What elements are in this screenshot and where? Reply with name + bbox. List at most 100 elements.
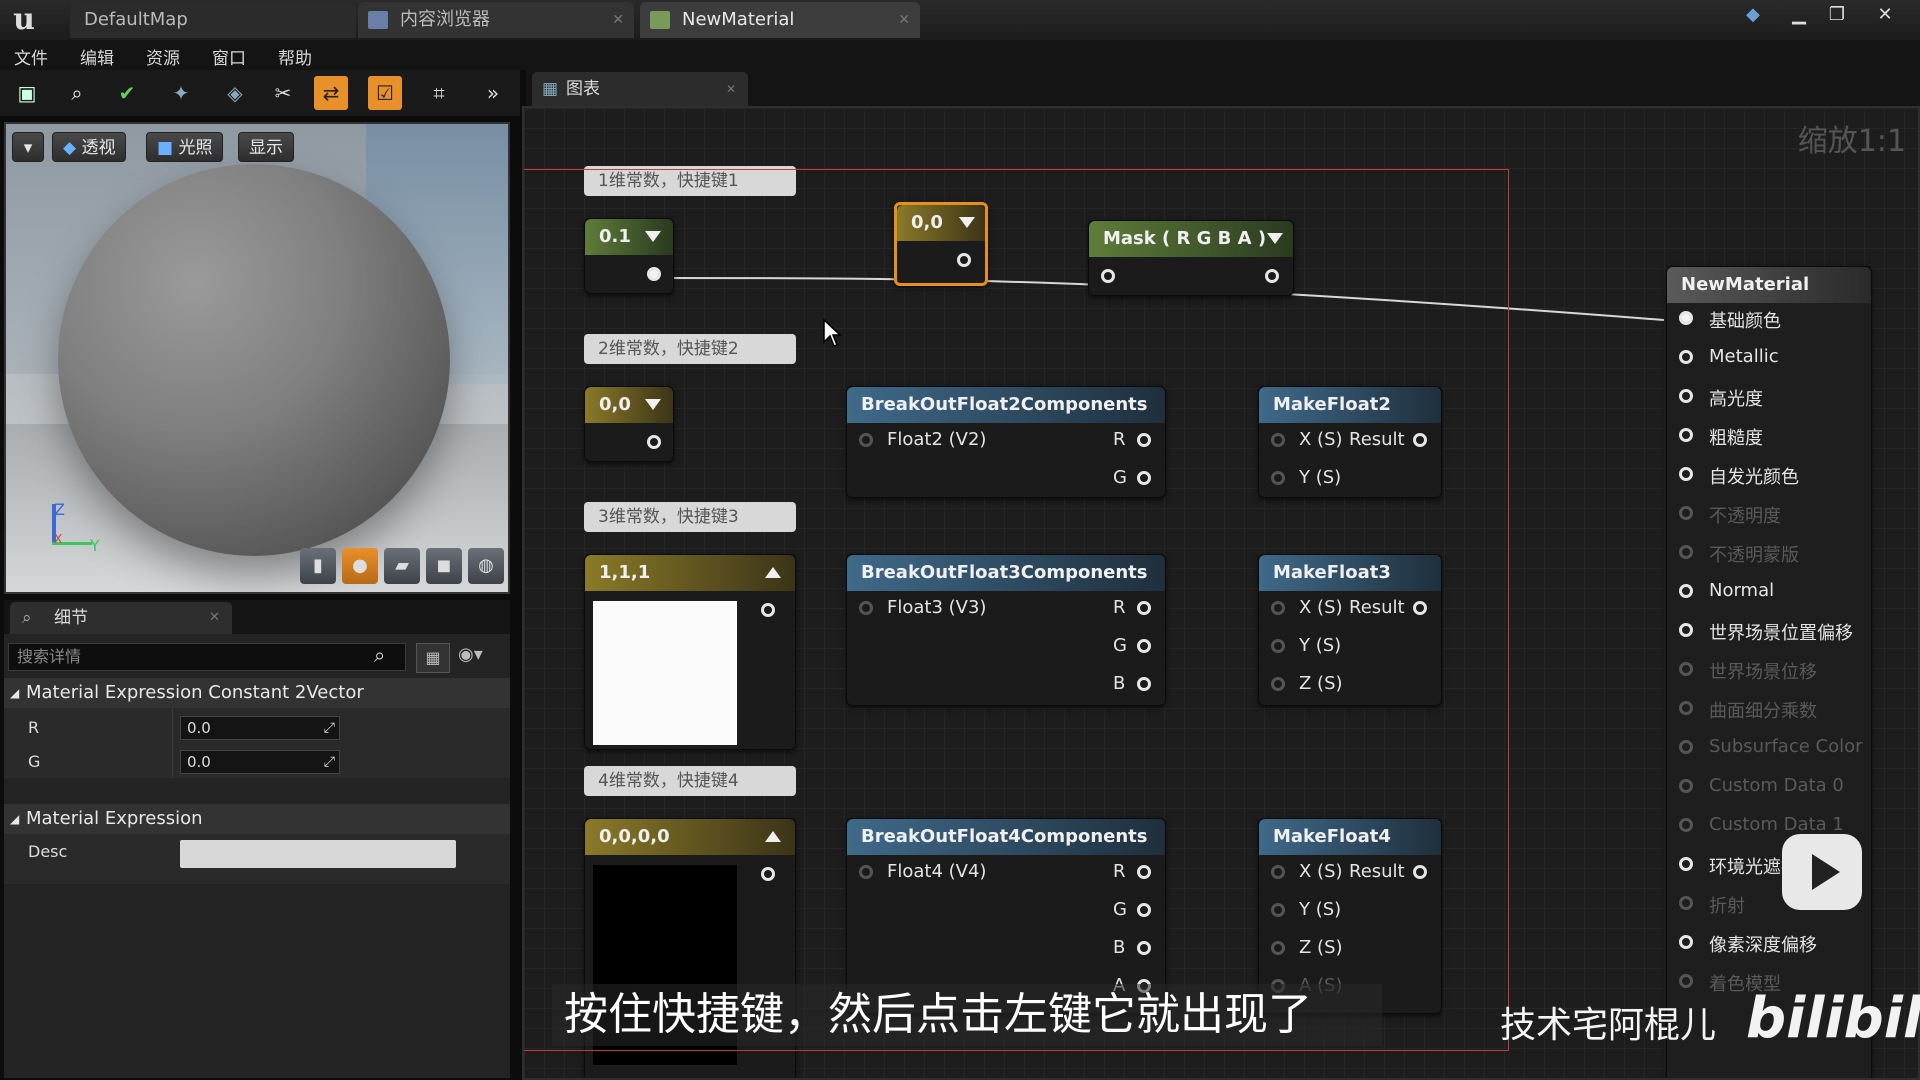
search-icon[interactable]: ⌕ bbox=[374, 643, 385, 667]
eye-visibility-icon[interactable]: ◉▾ bbox=[458, 644, 483, 665]
tab-content-browser[interactable]: 内容浏览器 ✕ bbox=[358, 2, 634, 38]
material-input-pin[interactable] bbox=[1679, 779, 1693, 793]
reset-icon[interactable]: ⤢ bbox=[324, 751, 335, 773]
material-input-pin[interactable] bbox=[1679, 584, 1693, 598]
feedback-icon[interactable]: ◆ bbox=[1738, 4, 1768, 28]
tab-defaultmap[interactable]: DefaultMap bbox=[70, 2, 356, 38]
tab-graph[interactable]: ▦ 图表 ✕ bbox=[532, 72, 748, 106]
material-input-pin[interactable] bbox=[1679, 506, 1693, 520]
material-input-pin[interactable] bbox=[1679, 857, 1693, 871]
play-icon bbox=[1812, 854, 1840, 890]
property-matrix-icon[interactable]: ▦ bbox=[416, 643, 450, 673]
title-bar: u DefaultMap 内容浏览器 ✕ NewMaterial ✕ ◆ ▁ ❐… bbox=[0, 0, 1920, 40]
selection-marquee bbox=[524, 169, 1509, 1051]
lighting-button[interactable]: ■ 光照 bbox=[146, 132, 224, 162]
material-input-pin[interactable] bbox=[1679, 467, 1693, 481]
material-input-label: 像素深度偏移 bbox=[1709, 935, 1817, 956]
menu-file[interactable]: 文件 bbox=[14, 44, 48, 69]
close-icon[interactable]: ✕ bbox=[898, 2, 910, 38]
menu-edit[interactable]: 编辑 bbox=[80, 44, 114, 69]
toolbar: ▣ ⌕ ✔ ✦ ◈ ✂ ⇄ ☑ ⌗ » bbox=[0, 70, 520, 116]
tab-details[interactable]: ⌕ 细节 ✕ bbox=[10, 602, 232, 634]
material-input-label: 自发光颜色 bbox=[1709, 467, 1799, 488]
close-window-button[interactable]: ✕ bbox=[1870, 4, 1900, 28]
material-input-pin[interactable] bbox=[1679, 818, 1693, 832]
close-icon[interactable]: ✕ bbox=[209, 602, 220, 634]
search-input[interactable]: 搜索详情 bbox=[8, 643, 406, 671]
material-input-pin[interactable] bbox=[1679, 545, 1693, 559]
preview-viewport[interactable]: ▾ ◆ 透视 ■ 光照 显示 Z X Y ▮ ● ▰ ◼ ◍ bbox=[4, 122, 510, 594]
menu-help[interactable]: 帮助 bbox=[278, 44, 312, 69]
section-material-expression[interactable]: ◢ Material Expression bbox=[4, 804, 510, 834]
connectors-icon[interactable]: ⇄ bbox=[314, 76, 348, 110]
sphere-preview-icon[interactable]: ● bbox=[342, 548, 378, 584]
material-input-label: Subsurface Color bbox=[1709, 736, 1863, 757]
tab-details-label: 细节 bbox=[54, 608, 88, 628]
cube-preview-icon[interactable]: ◼ bbox=[426, 548, 462, 584]
close-icon[interactable]: ✕ bbox=[612, 2, 624, 38]
prop-g-field[interactable]: 0.0 ⤢ bbox=[180, 750, 340, 774]
bilibili-tv-icon bbox=[1782, 834, 1862, 910]
perspective-button[interactable]: ◆ 透视 bbox=[52, 132, 127, 162]
material-input-pin[interactable] bbox=[1679, 389, 1693, 403]
apply-icon[interactable]: ✔ bbox=[110, 76, 144, 110]
prop-r-field[interactable]: 0.0 ⤢ bbox=[180, 716, 340, 740]
material-input-pin[interactable] bbox=[1679, 350, 1693, 364]
material-input-pin[interactable] bbox=[1679, 662, 1693, 676]
section-constant-2vector[interactable]: ◢ Material Expression Constant 2Vector bbox=[4, 678, 510, 708]
home-icon[interactable]: ◈ bbox=[218, 76, 252, 110]
plane-preview-icon[interactable]: ▰ bbox=[384, 548, 420, 584]
viewport-options-button[interactable]: ▾ bbox=[12, 132, 44, 162]
material-input-pin[interactable] bbox=[1679, 740, 1693, 754]
cylinder-preview-icon[interactable]: ▮ bbox=[300, 548, 336, 584]
material-input-label: 不透明度 bbox=[1709, 506, 1781, 527]
perspective-icon: ◆ bbox=[63, 138, 77, 158]
tab-newmaterial[interactable]: NewMaterial ✕ bbox=[640, 2, 920, 38]
column-divider bbox=[172, 708, 173, 778]
show-label: 显示 bbox=[249, 138, 283, 158]
show-button[interactable]: 显示 bbox=[238, 132, 294, 162]
teapot-preview-icon[interactable]: ◍ bbox=[468, 548, 504, 584]
save-icon[interactable]: ▣ bbox=[10, 76, 44, 110]
graph-icon: ▦ bbox=[542, 79, 559, 99]
menu-asset[interactable]: 资源 bbox=[146, 44, 180, 69]
minimize-button[interactable]: ▁ bbox=[1784, 4, 1814, 28]
node-material-result[interactable]: NewMaterial 基础颜色 Metallic 高光度 粗糙度 自发光颜色 不透明度不… bbox=[1666, 266, 1872, 1078]
lighting-label: 光照 bbox=[178, 138, 213, 158]
maximize-button[interactable]: ❐ bbox=[1822, 4, 1852, 28]
node-title: NewMaterial bbox=[1681, 274, 1810, 295]
property-rows: R 0.0 ⤢ G 0.0 ⤢ bbox=[4, 708, 510, 778]
video-subtitle: 按住快捷键，然后点击左键它就出现了 bbox=[552, 984, 1382, 1046]
lighting-icon: ■ bbox=[157, 138, 174, 158]
material-input-pin[interactable] bbox=[1679, 311, 1693, 325]
material-icon bbox=[650, 11, 670, 29]
prop-g-value: 0.0 bbox=[187, 753, 211, 771]
section-title: Material Expression bbox=[26, 808, 203, 829]
live-preview-icon[interactable]: ☑ bbox=[368, 76, 402, 110]
clean-up-icon[interactable]: ✂ bbox=[266, 76, 300, 110]
material-input-pin[interactable] bbox=[1679, 935, 1693, 949]
material-input-pin[interactable] bbox=[1679, 896, 1693, 910]
material-input-pin[interactable] bbox=[1679, 974, 1693, 988]
menu-bar: 文件 编辑 资源 窗口 帮助 bbox=[0, 40, 1920, 70]
find-in-browser-icon[interactable]: ⌕ bbox=[60, 76, 94, 110]
material-input-pin[interactable] bbox=[1679, 701, 1693, 715]
prop-r-value: 0.0 bbox=[187, 719, 211, 737]
material-input-label: 折射 bbox=[1709, 896, 1745, 917]
search-icon[interactable]: ✦ bbox=[164, 76, 198, 110]
desc-input[interactable] bbox=[180, 840, 456, 868]
menu-window[interactable]: 窗口 bbox=[212, 44, 246, 69]
reset-icon[interactable]: ⤢ bbox=[324, 717, 335, 739]
preview-sphere bbox=[58, 164, 450, 556]
material-graph[interactable]: 缩放1:1 1维常数，快捷键1 2维常数，快捷键2 3维常数，快捷键3 4维常数… bbox=[522, 106, 1920, 1080]
x-axis-label: X bbox=[54, 532, 63, 546]
tab-label: NewMaterial bbox=[682, 9, 795, 30]
material-input-pin[interactable] bbox=[1679, 428, 1693, 442]
more-chevron-icon[interactable]: » bbox=[476, 76, 510, 110]
uploader-watermark: 技术宅阿棍儿 bbox=[1500, 1005, 1717, 1046]
live-nodes-icon[interactable]: ⌗ bbox=[422, 76, 456, 110]
bilibili-logo: bilibili bbox=[1746, 986, 1920, 1051]
material-input-label: 世界场景位移 bbox=[1709, 662, 1817, 683]
close-icon[interactable]: ✕ bbox=[726, 72, 736, 106]
material-input-pin[interactable] bbox=[1679, 623, 1693, 637]
